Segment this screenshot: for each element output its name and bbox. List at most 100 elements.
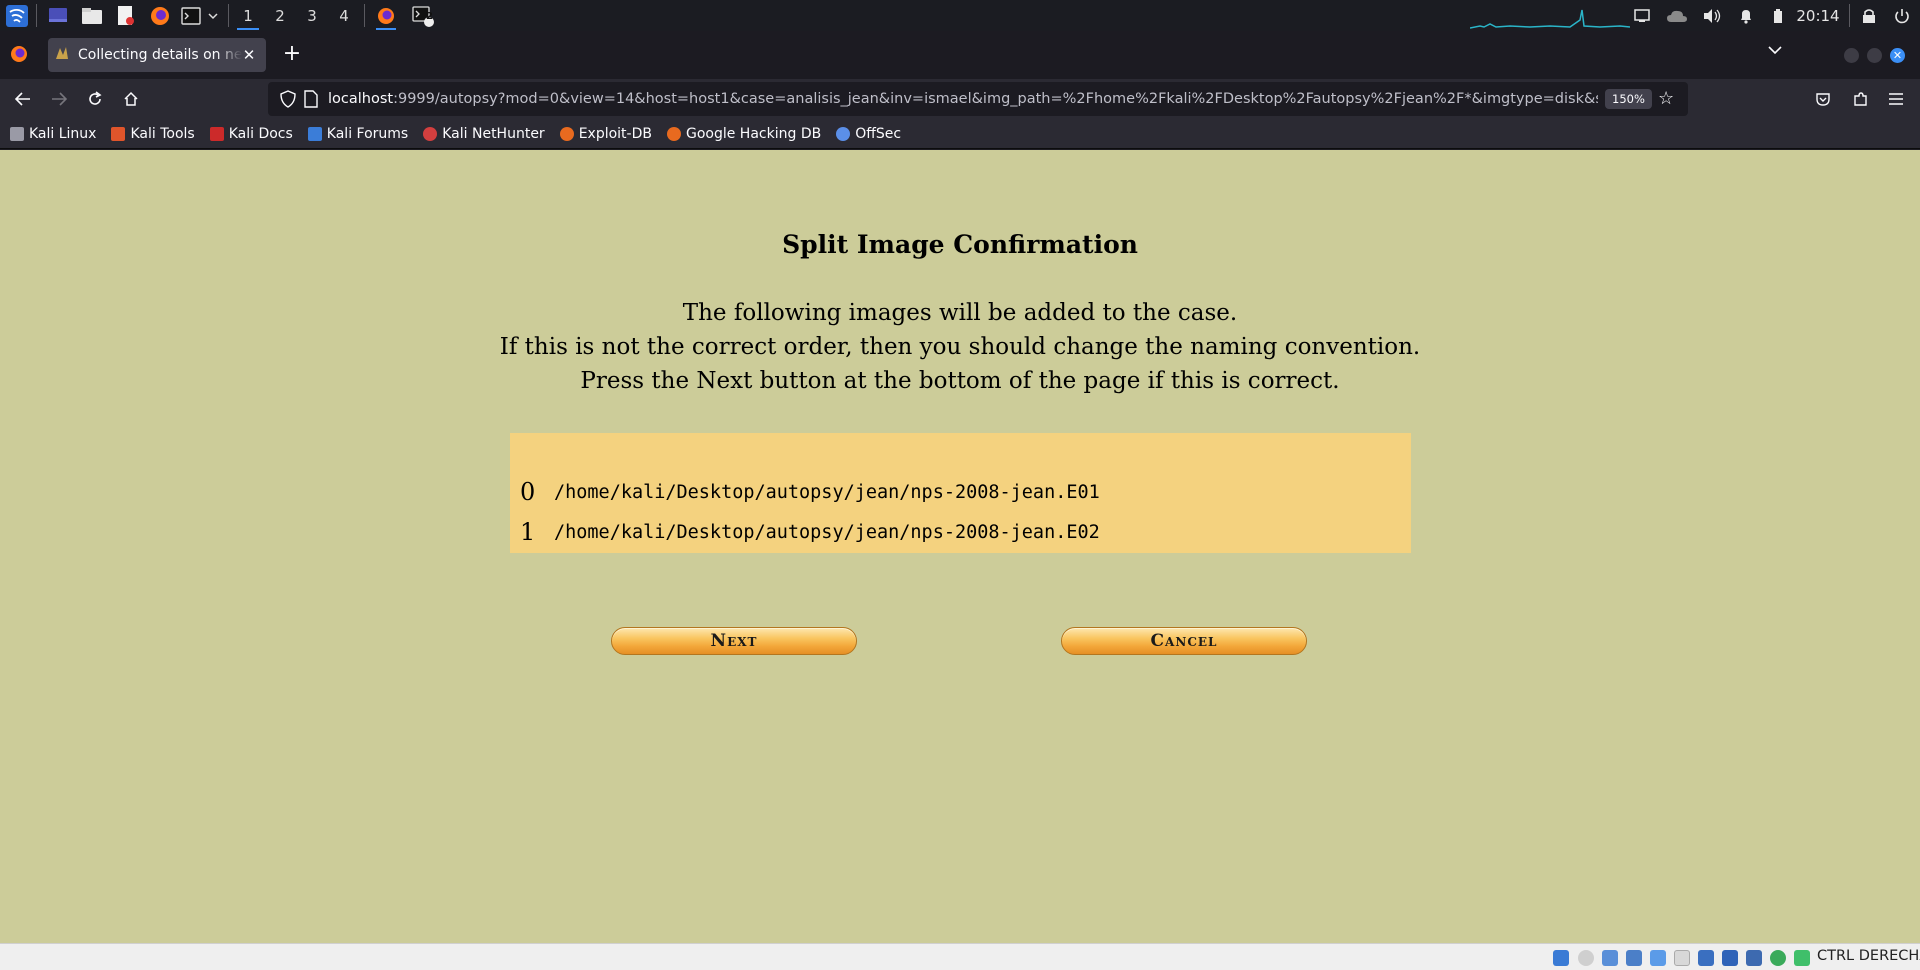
zoom-level-button[interactable]: 150%	[1605, 89, 1652, 109]
hard-disk-icon[interactable]	[1553, 950, 1569, 966]
video-capture-icon[interactable]	[1722, 950, 1738, 966]
chevron-down-icon	[1768, 46, 1782, 55]
lock-icon[interactable]	[1858, 0, 1880, 31]
power-icon[interactable]	[1890, 0, 1914, 31]
editor-icon[interactable]	[113, 0, 139, 31]
intro-line: If this is not the correct order, then y…	[499, 334, 1421, 360]
shared-folders-icon[interactable]	[1674, 950, 1690, 966]
host-key-label: CTRL DERECHA	[1817, 948, 1920, 964]
volume-icon[interactable]	[1700, 0, 1724, 31]
terminal-count-badge: 2	[426, 11, 433, 22]
bookmark-label: Exploit-DB	[578, 125, 652, 142]
next-button[interactable]: Next	[611, 627, 857, 655]
new-tab-button[interactable]: +	[280, 43, 304, 67]
intro-text: The following images will be added to th…	[0, 296, 1920, 398]
forward-button[interactable]	[44, 85, 74, 113]
back-arrow-icon	[15, 92, 30, 106]
bookmark-google-hacking-db[interactable]: Google Hacking DB	[666, 125, 822, 142]
page-icon[interactable]	[304, 90, 318, 112]
cpu-graph	[1470, 0, 1630, 31]
bookmark-kali-linux[interactable]: Kali Linux	[10, 126, 96, 142]
image-path: /home/kali/Desktop/autopsy/jean/nps-2008…	[554, 481, 1100, 503]
back-button[interactable]	[8, 85, 38, 113]
workspace-4[interactable]: 4	[329, 0, 359, 31]
clock[interactable]: 20:14	[1793, 0, 1843, 31]
ghdb-icon	[666, 126, 681, 141]
shield-icon[interactable]	[280, 90, 296, 112]
puzzle-icon	[1854, 92, 1867, 106]
bookmark-label: Kali NetHunter	[442, 125, 545, 142]
tab-list-button[interactable]	[1768, 43, 1782, 59]
tab-active[interactable]: Collecting details on new case ✕	[48, 38, 266, 72]
desktop-icon[interactable]	[44, 0, 72, 31]
firefox-icon[interactable]	[146, 0, 174, 31]
reload-button[interactable]	[80, 85, 110, 113]
image-row: 0 /home/kali/Desktop/autopsy/jean/nps-20…	[520, 475, 1100, 509]
vm-status-bar: CTRL DERECHA	[0, 943, 1920, 970]
firefox-window-button[interactable]	[372, 0, 400, 31]
workspace-label: 4	[339, 6, 349, 25]
bookmark-kali-tools[interactable]: Kali Tools	[111, 126, 195, 142]
usb-icon[interactable]	[1650, 950, 1666, 966]
kali-menu-icon[interactable]	[2, 0, 32, 31]
bell-icon[interactable]	[1735, 0, 1757, 31]
bookmark-kali-docs[interactable]: Kali Docs	[209, 125, 293, 142]
image-row: 1 /home/kali/Desktop/autopsy/jean/nps-20…	[520, 515, 1100, 549]
close-icon[interactable]: ✕	[240, 46, 258, 64]
monitor-icon[interactable]	[1632, 0, 1652, 31]
bookmark-kali-nethunter[interactable]: Kali NetHunter	[423, 125, 545, 142]
maximize-button[interactable]	[1867, 48, 1882, 63]
page-content: Split Image Confirmation The following i…	[0, 150, 1920, 943]
pocket-button[interactable]	[1808, 85, 1838, 113]
reload-icon	[89, 91, 102, 105]
cancel-button[interactable]: Cancel	[1061, 627, 1307, 655]
chevron-down-icon[interactable]	[206, 0, 220, 31]
image-list-table: 0 /home/kali/Desktop/autopsy/jean/nps-20…	[510, 433, 1411, 553]
audio-icon[interactable]	[1602, 950, 1618, 966]
exploit-db-icon	[559, 126, 574, 141]
optical-drive-icon[interactable]	[1578, 950, 1594, 966]
hamburger-icon	[1889, 93, 1903, 105]
home-icon	[124, 91, 138, 106]
page-title: Split Image Confirmation	[782, 230, 1138, 259]
url-bar[interactable]: localhost:9999/autopsy?mod=0&view=14&hos…	[268, 82, 1688, 116]
image-path: /home/kali/Desktop/autopsy/jean/nps-2008…	[554, 521, 1100, 543]
kali-nethunter-icon	[423, 126, 438, 141]
workspace-3[interactable]: 3	[297, 0, 327, 31]
network-icon[interactable]	[1626, 950, 1642, 966]
minimize-button[interactable]	[1844, 48, 1859, 63]
firefox-view-icon[interactable]	[10, 45, 28, 67]
mouse-integration-icon[interactable]	[1794, 950, 1810, 966]
bookmark-label: Google Hacking DB	[685, 125, 822, 142]
vt-x-icon[interactable]	[1746, 950, 1762, 966]
bookmark-exploit-db[interactable]: Exploit-DB	[559, 125, 652, 142]
bookmark-kali-forums[interactable]: Kali Forums	[307, 126, 408, 142]
workspace-2[interactable]: 2	[265, 0, 295, 31]
menu-button[interactable]	[1881, 85, 1911, 113]
top-panel: 1 2 3 4 2 20:14	[0, 0, 1920, 31]
guest-additions-icon[interactable]	[1770, 950, 1786, 966]
url-host: localhost	[328, 91, 394, 107]
bookmark-offsec[interactable]: OffSec	[836, 126, 901, 142]
battery-icon	[1770, 0, 1786, 31]
intro-line: Press the Next button at the bottom of t…	[580, 368, 1340, 394]
files-icon[interactable]	[78, 0, 106, 31]
clock-label: 20:14	[1796, 6, 1840, 25]
workspace-label: 3	[307, 6, 317, 25]
url-path: :9999/autopsy?mod=0&view=14&host=host1&c…	[393, 91, 1598, 107]
extensions-button[interactable]	[1845, 85, 1875, 113]
workspace-1[interactable]: 1	[233, 0, 263, 31]
home-button[interactable]	[116, 85, 146, 113]
tab-title: Collecting details on new case	[78, 47, 242, 63]
window-close-button[interactable]: ✕	[1890, 48, 1905, 63]
bookmark-star-icon[interactable]: ☆	[1658, 88, 1674, 109]
url-text[interactable]: localhost:9999/autopsy?mod=0&view=14&hos…	[328, 91, 1598, 107]
offsec-icon	[836, 126, 851, 141]
bookmark-label: Kali Docs	[228, 125, 293, 142]
workspace-label: 1	[243, 6, 253, 25]
terminal-window-button[interactable]: 2	[408, 0, 438, 31]
intro-line: The following images will be added to th…	[682, 300, 1238, 326]
display-icon[interactable]	[1698, 950, 1714, 966]
cloud-icon[interactable]	[1665, 0, 1689, 31]
terminal-icon[interactable]	[178, 0, 204, 31]
